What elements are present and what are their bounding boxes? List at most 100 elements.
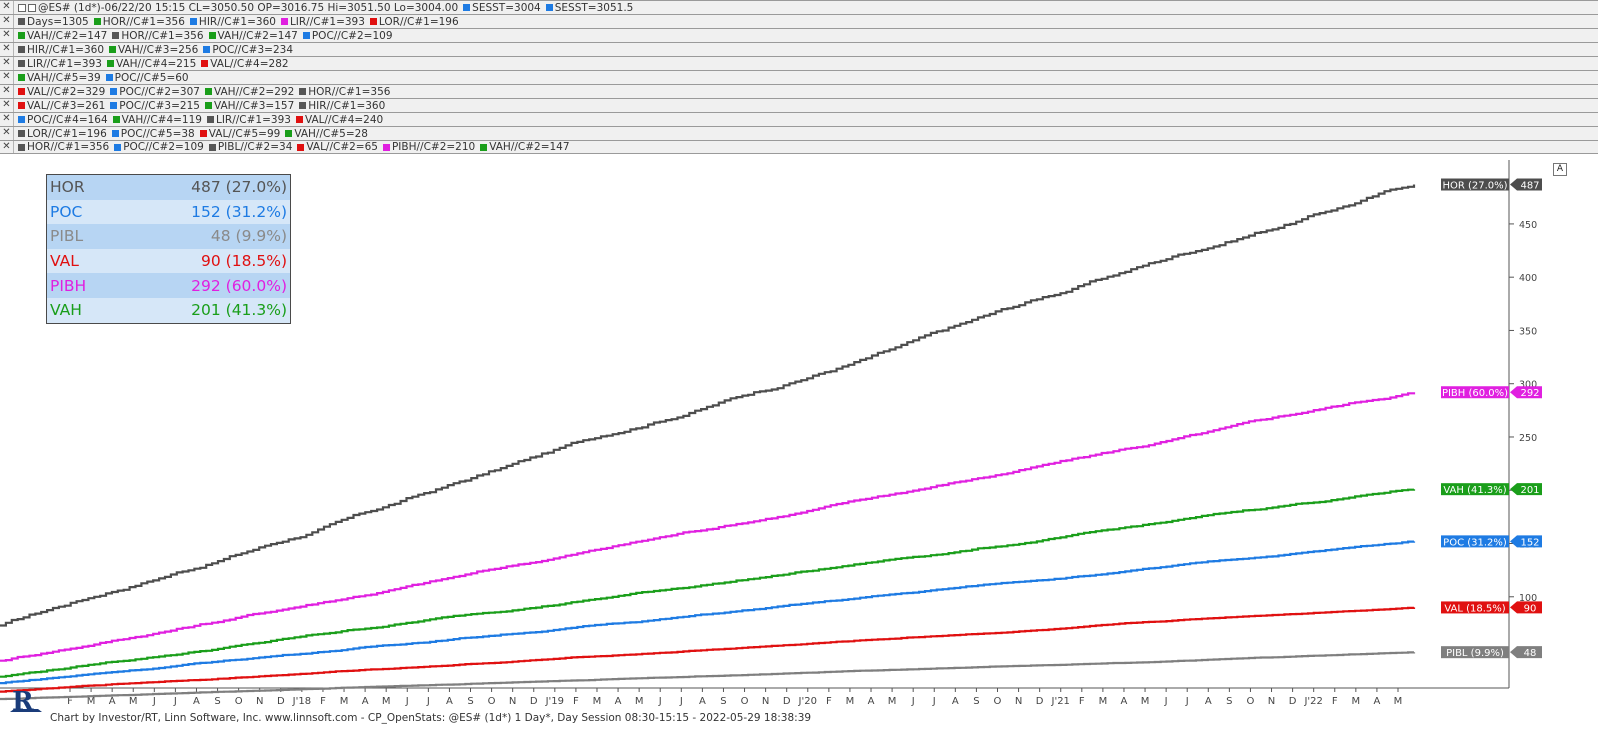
x-tick-label: J — [1164, 696, 1168, 707]
header-row: ✕ LIR//C#1=393 VAH//C#4=215 VAL//C#4=282 — [0, 56, 1598, 70]
header-stat-item: POC//C#2=109 — [114, 141, 204, 153]
header-stat-item: POC//C#3=234 — [203, 44, 293, 56]
color-swatch-icon — [285, 130, 293, 137]
x-tick-label: F — [1079, 696, 1085, 707]
header-stat-text: VAH//C#4=215 — [115, 57, 197, 70]
close-row-icon[interactable]: ✕ — [0, 113, 14, 126]
x-tick-label: N — [509, 696, 516, 707]
x-tick-label: J — [426, 696, 430, 707]
header-stat-item: VAL//C#2=329 — [18, 86, 105, 98]
header-stat-text: VAL//C#2=65 — [306, 141, 378, 153]
header-stat-item: VAH//C#4=215 — [106, 57, 197, 70]
header-stat-item: VAH//C#3=256 — [109, 44, 198, 56]
x-tick-label: F — [320, 696, 326, 707]
header-stat-item: Days=1305 — [18, 16, 89, 28]
x-tick-label: F — [573, 696, 579, 707]
close-row-icon[interactable]: ✕ — [0, 15, 14, 28]
color-swatch-icon — [208, 32, 216, 39]
x-tick-label: M — [1394, 696, 1403, 707]
header-stat-text: VAH//C#2=292 — [213, 85, 295, 98]
toggle-box-icon[interactable] — [28, 3, 36, 12]
x-tick-label: D — [1036, 696, 1044, 707]
close-row-icon[interactable]: ✕ — [0, 141, 14, 153]
x-tick-label: D — [783, 696, 791, 707]
header-stat-item: SESST=3051.5 — [545, 1, 634, 14]
y-tick-label: 400 — [1519, 273, 1537, 284]
header-stat-text: POC//C#3=234 — [212, 43, 293, 56]
series-label-text: VAH (41.3%) — [1443, 485, 1506, 496]
header-stat-item: LOR//C#1=196 — [369, 15, 459, 28]
close-row-icon[interactable]: ✕ — [0, 57, 14, 70]
header-stat-text: VAH//C#5=28 — [294, 127, 368, 140]
header-stat-text: POC//C#2=109 — [311, 29, 393, 42]
linn-logo-icon: R — [10, 688, 42, 714]
color-swatch-icon — [299, 102, 307, 109]
x-tick-label: A — [952, 696, 959, 707]
close-row-icon[interactable]: ✕ — [0, 43, 14, 56]
x-tick-label: M — [129, 696, 138, 707]
color-swatch-icon — [297, 143, 305, 151]
header-stat-item: VAL//C#5=99 — [199, 128, 280, 140]
series-value-text: 292 — [1520, 388, 1539, 399]
header-stat-item: LOR//C#1=196 — [18, 128, 107, 140]
close-row-icon[interactable]: ✕ — [0, 1, 14, 14]
auto-scale-button[interactable]: A — [1553, 163, 1567, 176]
header-stat-item: PIBL//C#2=34 — [208, 141, 292, 153]
x-tick-label: J — [932, 696, 936, 707]
color-swatch-icon — [18, 143, 25, 151]
header-stat-text: @ES# (1d*)-06/22/20 15:15 CL=3050.50 OP=… — [38, 1, 459, 14]
series-label-text: PIBH (60.0%) — [1442, 388, 1508, 399]
x-tick-label: A — [868, 696, 875, 707]
header-stat-item: SESST=3004 — [463, 2, 541, 14]
y-tick-label: 350 — [1519, 326, 1537, 337]
x-tick-label: M — [340, 696, 349, 707]
close-row-icon[interactable]: ✕ — [0, 71, 14, 84]
header-stat-text: PIBH//C#2=210 — [391, 141, 476, 153]
series-line-hor — [0, 184, 1416, 627]
header-stat-text: SESST=3051.5 — [554, 1, 634, 14]
close-row-icon[interactable]: ✕ — [0, 29, 14, 42]
series-line-pibh — [0, 392, 1416, 662]
x-tick-label: J'21 — [1051, 696, 1070, 707]
header-stat-item: HIR//C#1=360 — [18, 44, 104, 56]
header-stat-item: HIR//C#1=360 — [299, 100, 385, 112]
series-line-vah — [0, 488, 1416, 678]
x-tick-label: M — [87, 696, 96, 707]
x-tick-label: M — [382, 696, 391, 707]
toggle-box-icon[interactable] — [18, 3, 26, 12]
x-tick-label: J — [152, 696, 156, 707]
header-stat-text: LIR//C#1=393 — [27, 57, 102, 70]
header-row: ✕ VAH//C#5=39 POC//C#5=60 — [0, 70, 1598, 84]
color-swatch-icon — [114, 143, 122, 151]
header-stat-text: SESST=3004 — [472, 1, 541, 14]
series-label-text: VAL (18.5%) — [1444, 603, 1505, 614]
color-swatch-icon — [112, 116, 120, 123]
y-tick-label: 450 — [1519, 220, 1537, 231]
header-stat-item: POC//C#2=109 — [302, 29, 393, 42]
color-swatch-icon — [480, 143, 488, 151]
x-tick-label: A — [109, 696, 116, 707]
header-stat-item: VAH//C#2=292 — [204, 85, 295, 98]
x-tick-label: J — [1185, 696, 1189, 707]
color-swatch-icon — [18, 102, 25, 109]
series-label-text: POC (31.2%) — [1443, 537, 1507, 548]
color-swatch-icon — [18, 88, 25, 95]
header-stat-text: VAH//C#4=119 — [121, 113, 202, 126]
close-row-icon[interactable]: ✕ — [0, 99, 14, 112]
header-stat-text: VAH//C#3=256 — [118, 43, 199, 56]
x-tick-label: A — [362, 696, 369, 707]
color-swatch-icon — [110, 102, 118, 109]
header-stat-text: VAH//C#2=147 — [489, 141, 570, 153]
header-stat-text: LOR//C#1=196 — [378, 15, 459, 28]
header-row: ✕ HOR//C#1=356 POC//C#2=109 PIBL//C#2=34 VAL… — [0, 140, 1598, 154]
x-tick-label: D — [530, 696, 538, 707]
x-tick-label: N — [762, 696, 769, 707]
x-tick-label: J — [911, 696, 915, 707]
close-row-icon[interactable]: ✕ — [0, 85, 14, 98]
close-row-icon[interactable]: ✕ — [0, 127, 14, 140]
header-stat-text: HIR//C#1=360 — [27, 43, 105, 56]
header-stat-text: POC//C#3=215 — [119, 99, 200, 112]
x-tick-label: O — [235, 696, 243, 707]
color-swatch-icon — [280, 18, 288, 25]
header-row: ✕ HIR//C#1=360 VAH//C#3=256 POC//C#3=234 — [0, 42, 1598, 56]
